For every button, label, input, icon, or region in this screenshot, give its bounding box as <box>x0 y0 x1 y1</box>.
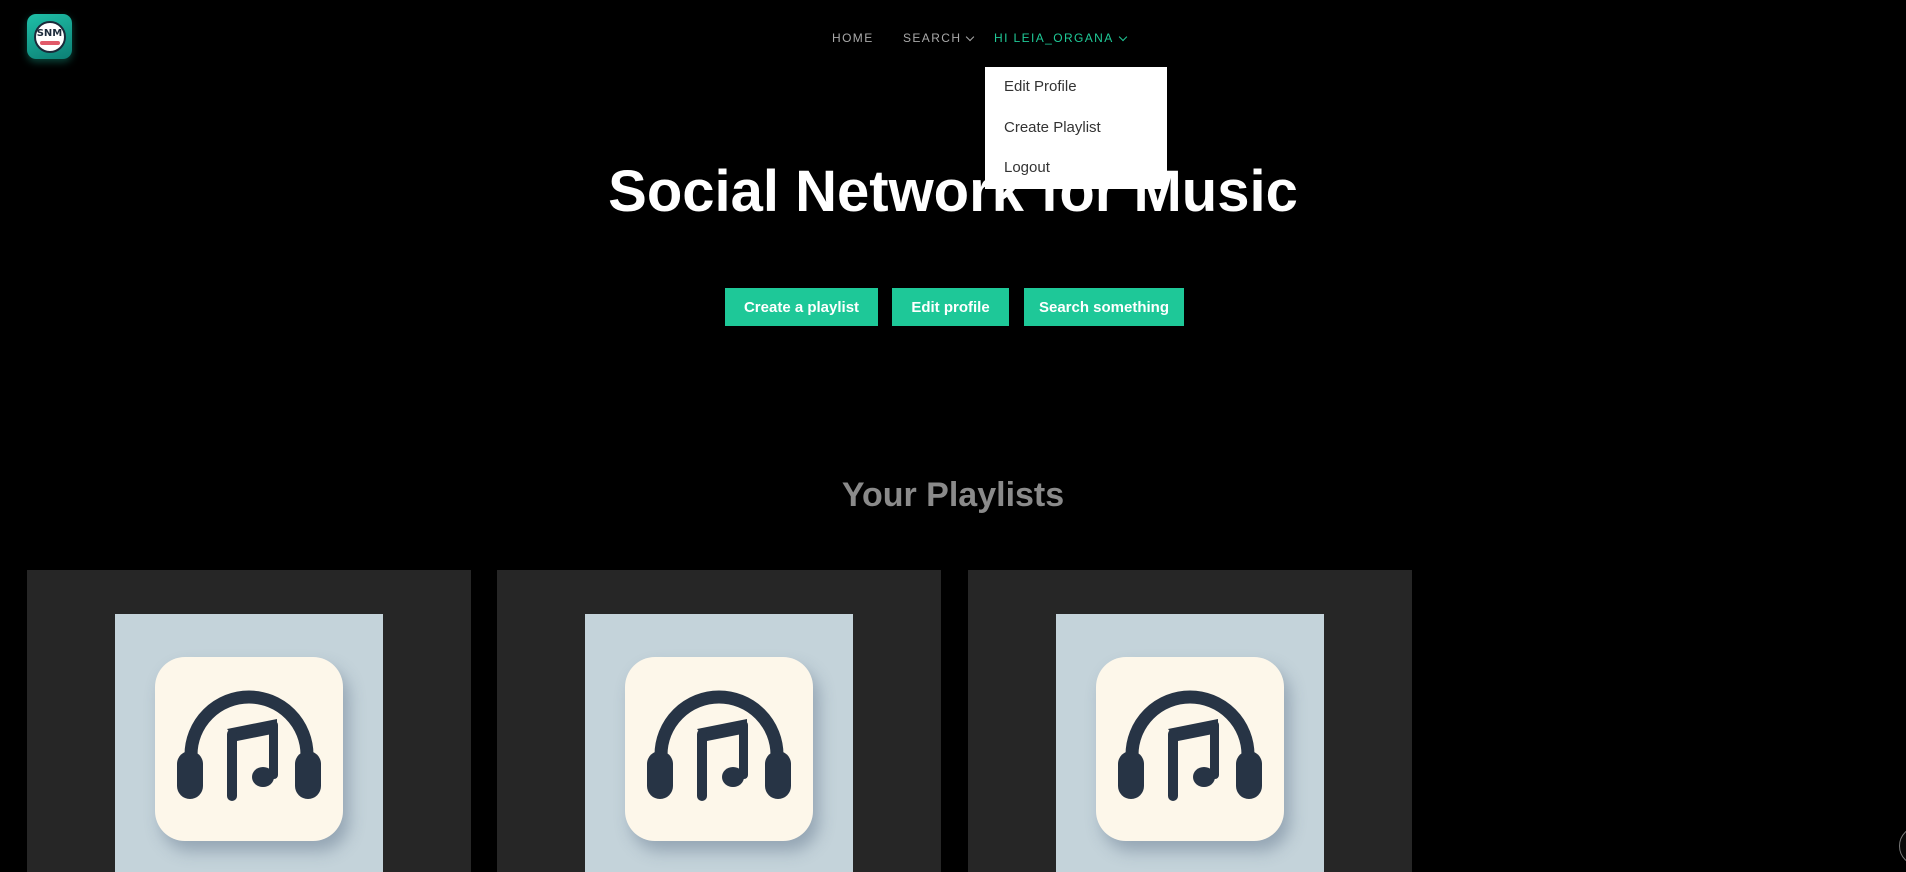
playlists-heading: Your Playlists <box>841 476 1065 514</box>
menu-item-edit-profile[interactable]: Edit Profile <box>985 75 1167 116</box>
user-dropdown-menu: Edit Profile Create Playlist Logout <box>985 67 1167 189</box>
playlist-card[interactable] <box>497 570 941 872</box>
menu-item-create-playlist[interactable]: Create Playlist <box>985 116 1167 157</box>
playlist-card[interactable] <box>27 570 471 872</box>
headphones-music-note-icon <box>625 657 813 841</box>
search-button[interactable]: Search something <box>1024 288 1184 326</box>
nav-user-menu[interactable]: HI LEIA_ORGANA <box>994 31 1127 45</box>
chevron-down-icon <box>1118 32 1127 42</box>
playlist-cover <box>585 614 853 872</box>
page-title: Social Network for Music <box>608 159 1298 224</box>
nav-user-label: HI LEIA_ORGANA <box>994 31 1114 45</box>
nav-search[interactable]: SEARCH <box>903 31 975 45</box>
menu-item-logout[interactable]: Logout <box>985 156 1167 197</box>
edit-profile-button[interactable]: Edit profile <box>892 288 1009 326</box>
playlist-card[interactable] <box>968 570 1412 872</box>
playlist-cover <box>1056 614 1324 872</box>
floating-action-button[interactable] <box>1899 826 1906 866</box>
top-nav: HOME SEARCH HI LEIA_ORGANA <box>0 31 1906 47</box>
headphones-music-note-icon <box>155 657 343 841</box>
nav-search-label: SEARCH <box>903 31 962 45</box>
create-playlist-button[interactable]: Create a playlist <box>725 288 878 326</box>
playlist-cover <box>115 614 383 872</box>
nav-home[interactable]: HOME <box>832 31 874 45</box>
headphones-music-note-icon <box>1096 657 1284 841</box>
chevron-down-icon <box>966 32 975 42</box>
